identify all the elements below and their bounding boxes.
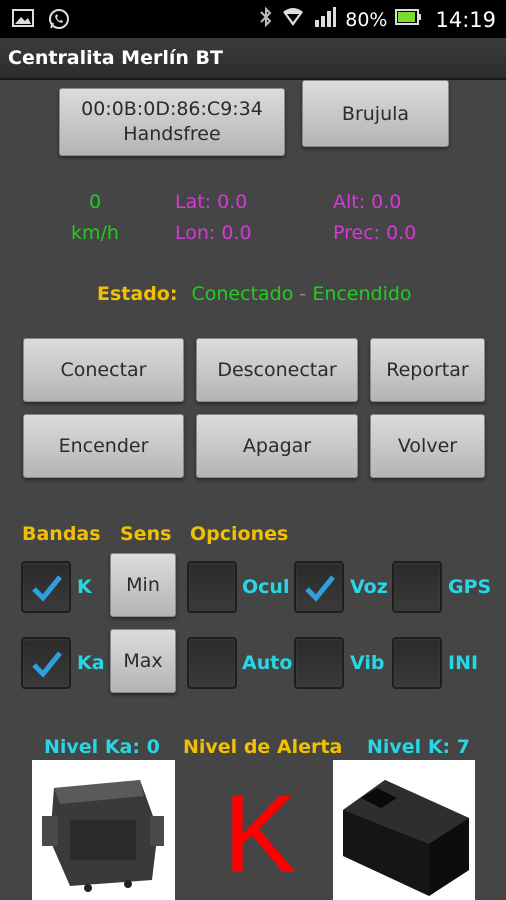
power-status: Encendido: [312, 283, 412, 305]
option-vib-checkbox[interactable]: [294, 637, 344, 689]
signal-icon: [313, 6, 337, 33]
bluetooth-icon: [259, 6, 273, 33]
device-button[interactable]: 00:0B:0D:86:C9:34 Handsfree: [59, 88, 285, 156]
gallery-icon: [12, 8, 34, 34]
gps-alt: Alt: 0.0: [333, 191, 402, 213]
option-ini-checkbox[interactable]: [392, 637, 442, 689]
connect-button[interactable]: Conectar: [23, 338, 184, 402]
status-bar: 80% 14:19: [0, 0, 506, 38]
option-gps-checkbox[interactable]: [392, 561, 442, 613]
sens-max-button[interactable]: Max: [110, 629, 176, 693]
option-auto-label: Auto: [242, 652, 293, 674]
battery-percent: 80%: [345, 8, 388, 31]
sens-min-button[interactable]: Min: [110, 553, 176, 617]
power-off-button[interactable]: Apagar: [196, 414, 358, 478]
back-button[interactable]: Volver: [370, 414, 485, 478]
gps-lon: Lon: 0.0: [175, 222, 252, 244]
checkmark-icon: [305, 575, 335, 602]
band-k-label: K: [77, 576, 92, 598]
k-device-image: [333, 760, 475, 900]
status-row: Estado: Conectado - Encendido: [97, 283, 412, 305]
clock: 14:19: [435, 7, 496, 32]
power-on-button[interactable]: Encender: [23, 414, 184, 478]
disconnect-button[interactable]: Desconectar: [196, 338, 358, 402]
device-name: Handsfree: [123, 123, 221, 145]
option-ocul-checkbox[interactable]: [187, 561, 237, 613]
whatsapp-icon: [48, 8, 70, 34]
option-ini-label: INI: [448, 652, 479, 674]
title-bar: Centralita Merlín BT: [0, 38, 506, 80]
level-ka-label: Nivel Ka: 0: [44, 736, 160, 758]
battery-icon: [395, 8, 422, 31]
wifi-icon: [281, 6, 305, 33]
speed-value: 0: [88, 191, 102, 213]
options-header: Opciones: [190, 523, 289, 545]
alert-level-label: Nivel de Alerta: [183, 736, 343, 758]
status-label: Estado:: [97, 283, 178, 305]
gps-prec: Prec: 0.0: [333, 222, 417, 244]
report-button[interactable]: Reportar: [370, 338, 485, 402]
speed-unit: km/h: [71, 222, 119, 244]
band-ka-checkbox[interactable]: [21, 637, 71, 689]
alert-level-value: K: [223, 773, 297, 896]
option-voz-label: Voz: [350, 576, 388, 598]
checkmark-icon: [32, 651, 62, 678]
option-auto-checkbox[interactable]: [187, 637, 237, 689]
bands-header: Bandas: [22, 523, 101, 545]
app-title: Centralita Merlín BT: [8, 47, 223, 69]
option-gps-label: GPS: [448, 576, 492, 598]
checkmark-icon: [32, 575, 62, 602]
option-ocul-label: Ocul: [242, 576, 290, 598]
band-ka-label: Ka: [77, 652, 105, 674]
band-k-checkbox[interactable]: [21, 561, 71, 613]
connection-status: Conectado: [191, 283, 294, 305]
device-mac: 00:0B:0D:86:C9:34: [81, 98, 263, 120]
sens-header: Sens: [120, 523, 172, 545]
option-voz-checkbox[interactable]: [294, 561, 344, 613]
status-separator: -: [299, 283, 307, 305]
gps-lat: Lat: 0.0: [175, 191, 248, 213]
option-vib-label: Vib: [350, 652, 385, 674]
compass-button[interactable]: Brujula: [302, 80, 449, 147]
ka-device-image: [32, 760, 175, 900]
level-k-label: Nivel K: 7: [367, 736, 470, 758]
